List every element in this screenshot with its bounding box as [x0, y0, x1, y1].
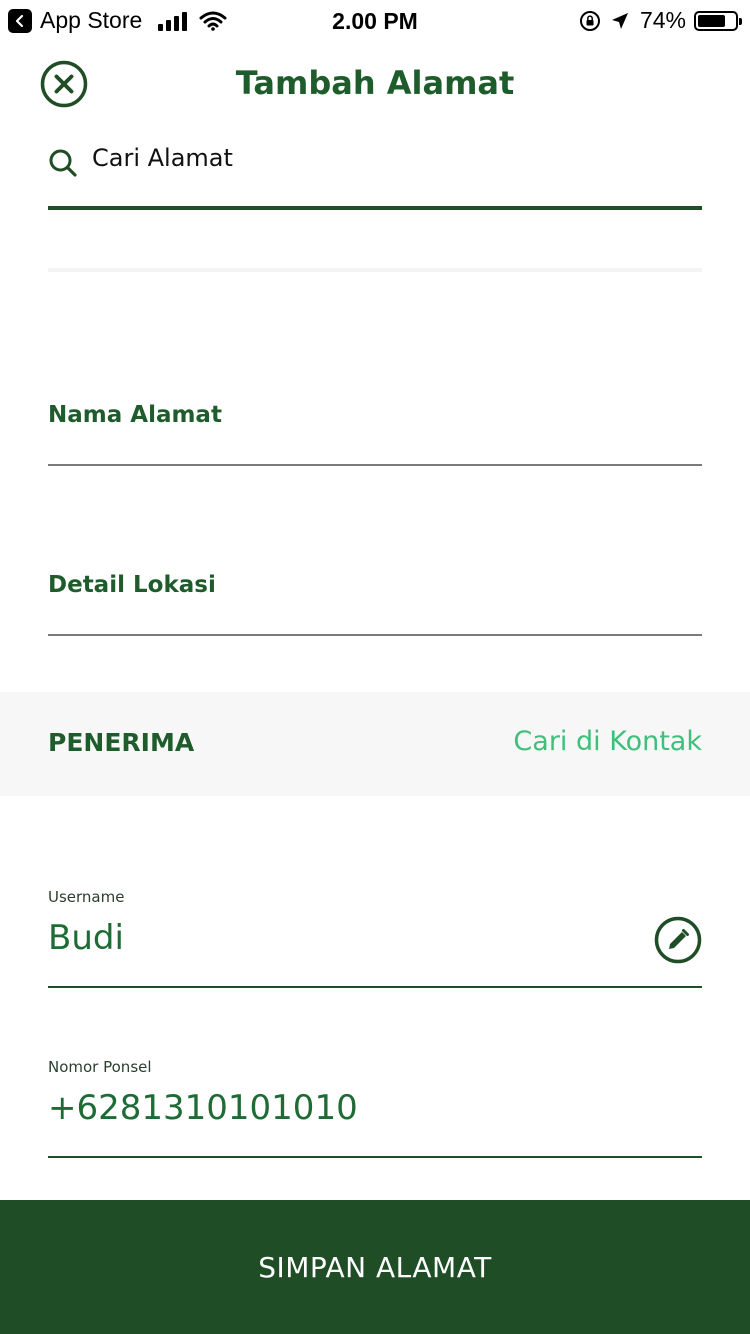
battery-fill	[698, 14, 725, 27]
search-icon	[49, 149, 77, 177]
status-right: 74%	[578, 7, 742, 34]
status-bar: App Store 2.00 PM 74%	[0, 0, 750, 40]
battery-icon	[694, 10, 742, 31]
username-value[interactable]: Budi	[48, 918, 124, 958]
location-arrow-icon	[611, 12, 628, 29]
divider	[48, 268, 702, 272]
page-title: Tambah Alamat	[235, 64, 515, 102]
save-address-label: SIMPAN ALAMAT	[258, 1250, 492, 1284]
phone-value[interactable]: +6281310101010	[48, 1088, 358, 1128]
battery-nub	[739, 17, 742, 25]
recipient-section-header: PENERIMA Cari di Kontak	[0, 692, 750, 796]
location-detail-field[interactable]: Detail Lokasi	[48, 566, 702, 636]
location-detail-label: Detail Lokasi	[48, 572, 216, 598]
edit-username-button[interactable]	[654, 916, 702, 964]
orientation-lock-icon	[579, 10, 600, 31]
pencil-icon	[654, 916, 702, 964]
save-address-button[interactable]: SIMPAN ALAMAT	[0, 1200, 750, 1334]
search-input[interactable]	[92, 144, 692, 172]
section-title: PENERIMA	[48, 728, 195, 757]
address-search[interactable]	[48, 140, 702, 210]
address-name-field[interactable]: Nama Alamat	[48, 396, 702, 466]
address-name-label: Nama Alamat	[48, 402, 222, 428]
username-label: Username	[48, 888, 125, 906]
phone-field[interactable]: Nomor Ponsel +6281310101010	[48, 1056, 702, 1158]
username-field[interactable]: Username Budi	[48, 886, 702, 988]
battery-percent: 74%	[639, 7, 686, 33]
search-contacts-link[interactable]: Cari di Kontak	[513, 726, 702, 757]
phone-label: Nomor Ponsel	[48, 1058, 152, 1076]
